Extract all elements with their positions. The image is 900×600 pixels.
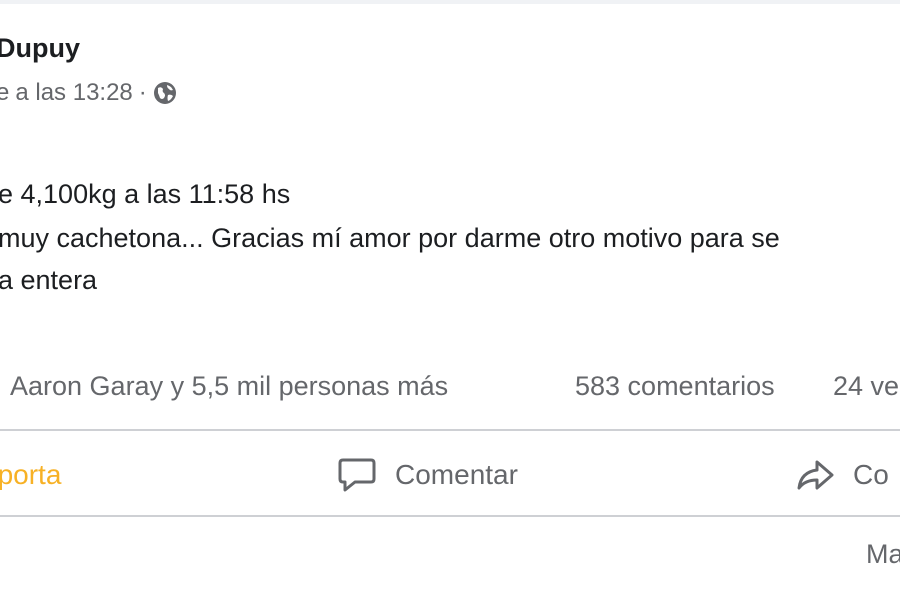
comment-button-label: Comentar [395,459,518,490]
share-button-label: Co [853,459,889,490]
top-edge [0,0,900,4]
more-link[interactable]: Ma [866,539,900,570]
post-timestamp[interactable]: a las 13:28 [15,79,132,107]
post-meta: e a las 13:28 · [0,78,177,108]
facebook-post: Dupuy e a las 13:28 · e 4,100kg a las 11… [0,0,900,600]
divider-top [0,429,900,431]
post-text-line-1: e 4,100kg a las 11:58 hs [0,179,291,209]
share-icon [797,460,834,490]
divider-bottom [0,515,900,517]
like-button[interactable]: nporta [0,453,61,497]
comments-count[interactable]: 583 comentarios [575,369,775,403]
timestamp-prefix-fragment: e [0,79,10,106]
shares-count[interactable]: 24 ve [833,369,899,403]
share-button[interactable]: Co [795,453,889,497]
post-author-name[interactable]: Dupuy [0,33,80,64]
like-button-label: nporta [0,459,62,490]
globe-icon[interactable] [153,81,177,105]
post-text-line-2: muy cachetona... Gracias mí amor por dar… [0,223,780,253]
comment-icon [338,458,376,492]
meta-separator: · [138,79,147,106]
comment-button[interactable]: Comentar [337,453,518,497]
post-text-line-3: a entera [0,265,98,295]
reactions-summary[interactable]: Aaron Garay y 5,5 mil personas más [10,369,448,403]
